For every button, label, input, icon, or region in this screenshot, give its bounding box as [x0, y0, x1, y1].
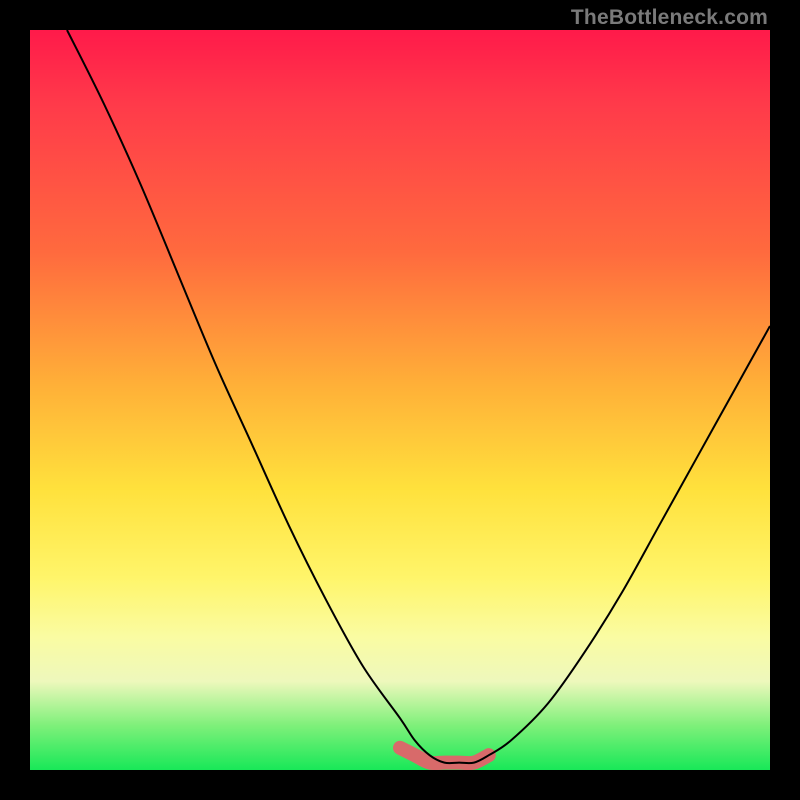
- sweet-spot-band: [400, 748, 489, 763]
- chart-svg: [30, 30, 770, 770]
- chart-frame: TheBottleneck.com: [0, 0, 800, 800]
- bottleneck-curve: [67, 30, 770, 763]
- watermark-text: TheBottleneck.com: [571, 6, 768, 30]
- plot-area: [28, 28, 772, 772]
